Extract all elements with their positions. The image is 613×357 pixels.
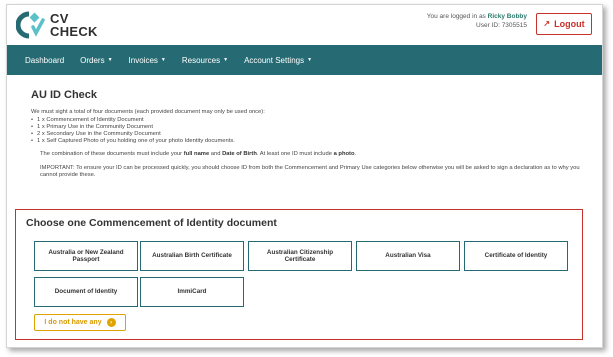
nav-invoices[interactable]: Invoices ▼ xyxy=(129,56,166,65)
nav-label: Resources xyxy=(181,55,221,65)
caret-down-icon: ▼ xyxy=(160,57,166,63)
nav-label: Orders xyxy=(80,55,105,65)
list-item: 1 x Commencement of Identity Document xyxy=(31,117,582,124)
doc-option-certificate-of-identity[interactable]: Certificate of Identity xyxy=(464,241,568,271)
logo-line-2: CHECK xyxy=(50,24,98,39)
logout-label: Logout xyxy=(554,19,585,29)
main-nav: Dashboard Orders ▼ Invoices ▼ Resources ▼ A… xyxy=(7,45,602,75)
app-window: CV CHECK You are logged in as Ricky Bobb… xyxy=(6,4,603,348)
note-bold: a photo xyxy=(333,151,355,157)
logo-wordmark: CV CHECK xyxy=(50,12,98,38)
login-info: You are logged in as Ricky Bobby User ID… xyxy=(427,13,527,30)
main-content: AU ID Check We must sight a total of fou… xyxy=(31,89,582,180)
page-title: AU ID Check xyxy=(31,89,98,101)
chevron-right-circle-icon: › xyxy=(106,318,116,327)
sign-out-icon: ↗ xyxy=(543,19,551,28)
note-text: . xyxy=(354,151,357,157)
doc-option-document-of-identity[interactable]: Document of Identity xyxy=(34,277,138,307)
doc-option-immicard[interactable]: ImmiCard xyxy=(140,277,244,307)
caret-down-icon: ▼ xyxy=(223,57,229,63)
nav-orders[interactable]: Orders ▼ xyxy=(80,56,112,65)
important-note: IMPORTANT: To ensure your ID can be proc… xyxy=(40,165,580,179)
logout-button[interactable]: ↗ Logout xyxy=(536,13,592,35)
note-bold: full name xyxy=(183,151,210,157)
list-item: 2 x Secondary Use in the Community Docum… xyxy=(31,131,582,138)
logo-mark-icon xyxy=(16,11,45,39)
doc-option-birth-certificate[interactable]: Australian Birth Certificate xyxy=(140,241,244,271)
user-id: User ID: 7305515 xyxy=(476,21,527,29)
note-text: . At least one ID must include xyxy=(256,151,334,157)
logged-in-prefix: You are logged in as xyxy=(426,13,486,20)
nav-label: Dashboard xyxy=(25,55,65,65)
note-text: and xyxy=(209,151,223,157)
cv-check-logo[interactable]: CV CHECK xyxy=(16,11,126,39)
caret-down-icon: ▼ xyxy=(107,57,113,63)
list-item: 1 x Primary Use in the Community Documen… xyxy=(31,124,582,131)
doc-option-visa[interactable]: Australian Visa xyxy=(356,241,460,271)
list-item: 1 x Self Captured Photo of you holding o… xyxy=(31,138,582,145)
nav-label: Invoices xyxy=(128,55,158,65)
none-button[interactable]: I do not have any › xyxy=(34,314,126,331)
note-text: The combination of these documents must … xyxy=(40,151,184,157)
header: CV CHECK You are logged in as Ricky Bobb… xyxy=(7,5,602,45)
section-title: Choose one Commencement of Identity docu… xyxy=(26,217,277,229)
caret-down-icon: ▼ xyxy=(307,57,313,63)
doc-option-citizenship-certificate[interactable]: Australian Citizenship Certificate xyxy=(248,241,352,271)
doc-option-passport[interactable]: Australia or New Zealand Passport xyxy=(34,241,138,271)
nav-dashboard[interactable]: Dashboard xyxy=(25,56,64,65)
user-name[interactable]: Ricky Bobby xyxy=(488,13,527,20)
nav-label: Account Settings xyxy=(244,55,305,65)
nav-resources[interactable]: Resources ▼ xyxy=(182,56,228,65)
none-label: I do not have any xyxy=(44,319,102,326)
combination-note: The combination of these documents must … xyxy=(31,151,582,158)
note-bold: Date of Birth xyxy=(222,151,257,157)
intro-text: We must sight a total of four documents … xyxy=(31,109,265,115)
requirements-list: 1 x Commencement of Identity Document 1 … xyxy=(31,117,582,145)
nav-account-settings[interactable]: Account Settings ▼ xyxy=(244,56,312,65)
commencement-section: Choose one Commencement of Identity docu… xyxy=(15,209,583,340)
